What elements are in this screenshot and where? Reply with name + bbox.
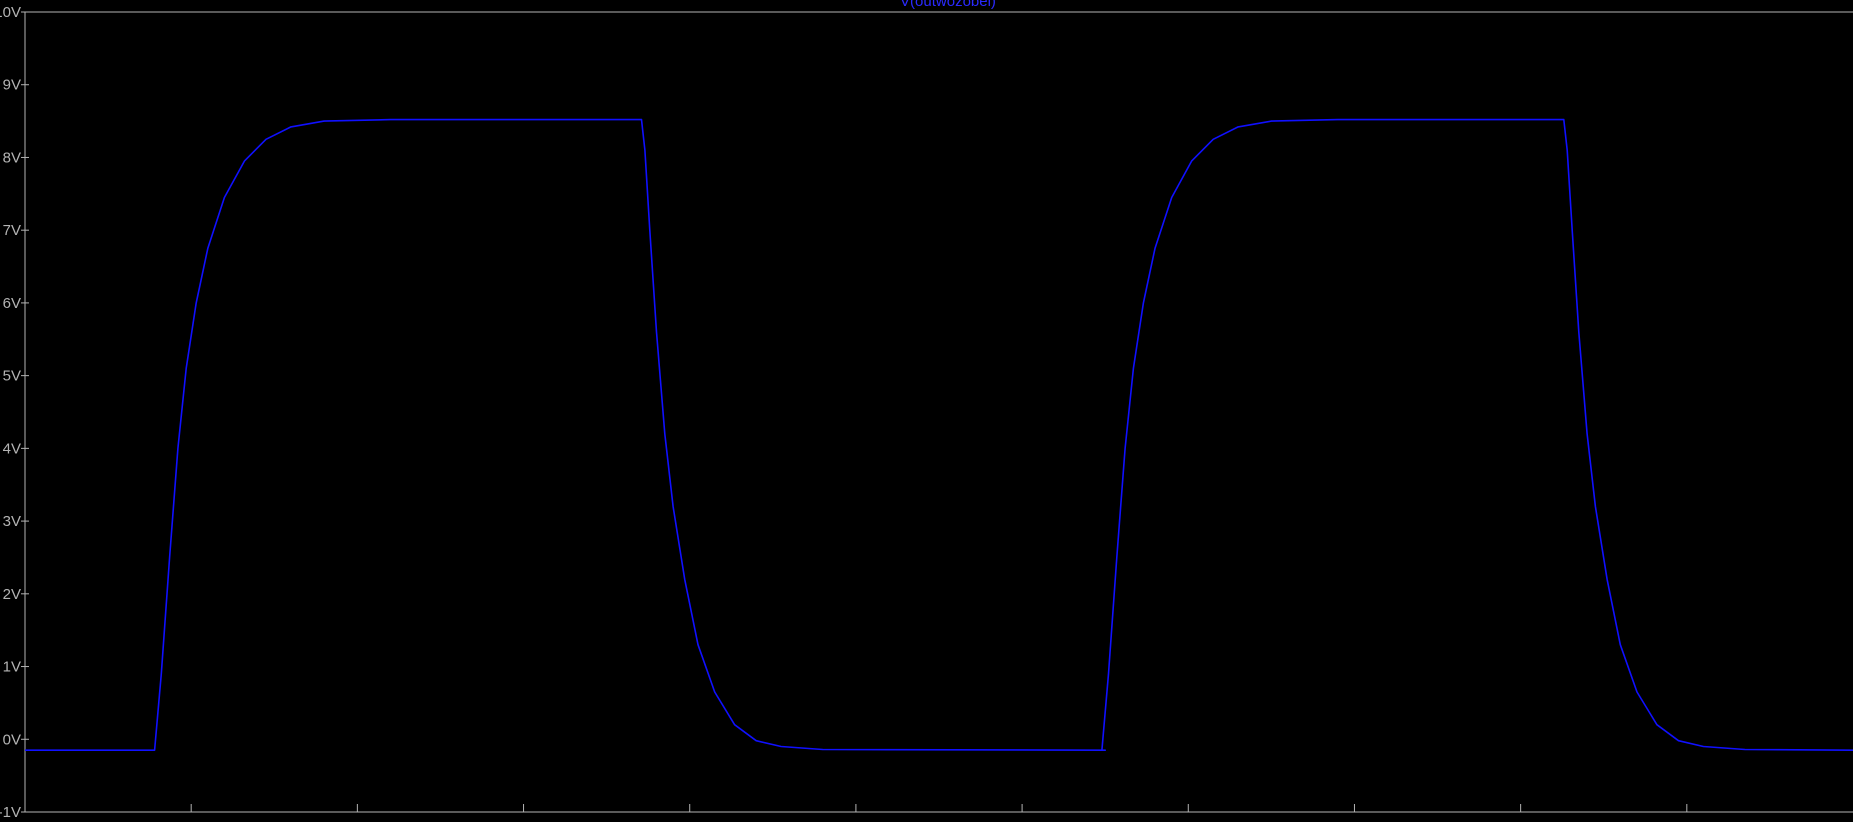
y-tick-label: 1V [3, 659, 21, 676]
y-tick-label: 4V [3, 440, 21, 457]
plot-background [0, 0, 1853, 822]
y-tick-label: 6V [3, 295, 21, 312]
trace-title[interactable]: V(outwozobel) [900, 0, 996, 10]
y-tick-label: 10V [0, 4, 21, 21]
waveform-plot[interactable]: 10V 9V 8V 7V 6V 5V 4V 3V 2V 1V 0V -1V V(outwozobel) [0, 0, 1853, 822]
y-tick-label: 8V [3, 149, 21, 166]
y-tick-label: -1V [0, 804, 21, 821]
y-tick-label: 3V [3, 513, 21, 530]
y-tick-label: 7V [3, 222, 21, 239]
y-tick-label: 0V [3, 731, 21, 748]
y-tick-label: 9V [3, 77, 21, 94]
y-tick-label: 2V [3, 586, 21, 603]
y-tick-label: 5V [3, 368, 21, 385]
